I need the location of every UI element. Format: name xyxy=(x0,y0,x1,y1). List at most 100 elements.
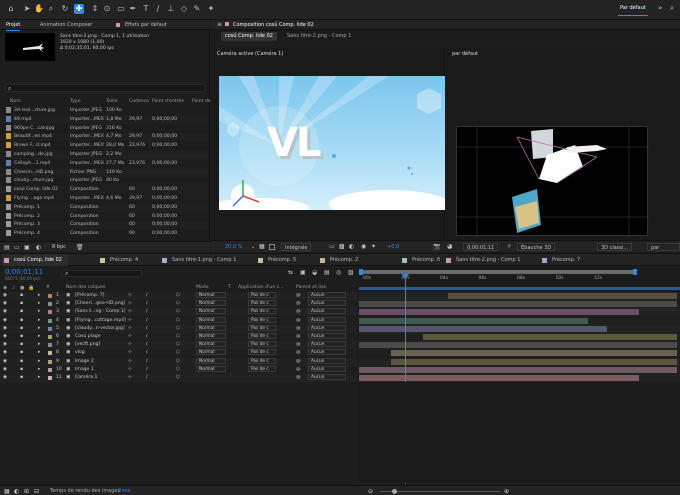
col-in-point[interactable]: Point d'entrée xyxy=(152,98,184,106)
col-rate[interactable]: Cadence xyxy=(129,98,149,106)
shy-switch-icon[interactable]: ⊹ xyxy=(128,308,132,316)
visibility-eye-icon[interactable]: ◉ xyxy=(3,308,7,316)
project-item[interactable]: Précomp. 3 Composition 60 0;00;00;00 xyxy=(0,221,208,230)
col-mode[interactable]: Mode xyxy=(196,284,209,292)
layer-label-color[interactable] xyxy=(48,294,52,298)
pick-whip-icon[interactable]: @ xyxy=(296,341,301,349)
zoom-slider-thumb[interactable] xyxy=(392,489,397,494)
toggle-grid-icon[interactable] xyxy=(269,244,275,250)
composition-header-tab[interactable]: Composition cosú Comp. lide 02 xyxy=(233,21,314,31)
search-help-icon[interactable]: ⌕ xyxy=(670,4,674,13)
tab-sans-titre-2[interactable]: Sans titre-2.png - Comp 1 xyxy=(287,32,351,41)
quality-switch-icon[interactable]: ∕ xyxy=(146,349,148,357)
layer-label-color[interactable] xyxy=(48,335,52,339)
project-item[interactable]: 960px-C...cainjpg Importer JPEG 316 Ko xyxy=(0,124,208,133)
work-area-end-handle[interactable] xyxy=(633,269,637,275)
adjustment-switch-icon[interactable]: ⬡ xyxy=(176,341,180,349)
rectangle-tool-icon[interactable]: ▭ xyxy=(116,4,126,14)
pick-whip-icon[interactable]: @ xyxy=(296,349,301,357)
composition-preview-canvas[interactable]: VL xyxy=(219,76,445,210)
project-search-input[interactable]: ⌕ xyxy=(5,84,205,92)
adjustment-switch-icon[interactable]: ⬡ xyxy=(176,349,180,357)
shy-switch-icon[interactable]: ⊹ xyxy=(128,300,132,308)
project-settings-icon[interactable]: ◐ xyxy=(36,244,41,251)
quality-switch-icon[interactable]: ∕ xyxy=(146,317,148,325)
expand-arrow-icon[interactable]: ▸ xyxy=(38,341,40,349)
adjustment-switch-icon[interactable]: ⬡ xyxy=(176,317,180,325)
project-item[interactable]: 3d-real...cture.jpg Importer JPEG 100 Ko xyxy=(0,107,208,115)
bit-depth-button[interactable]: 8 bpc xyxy=(52,244,66,250)
region-icon[interactable]: ▭ xyxy=(329,241,335,253)
track-matte-dropdown[interactable]: Pas de c xyxy=(248,365,276,372)
comp-mini-flowchart-icon[interactable]: ⇆ xyxy=(288,269,293,276)
transparency-grid-icon[interactable]: ▩ xyxy=(339,241,345,253)
quality-switch-icon[interactable]: ∕ xyxy=(146,366,148,374)
layer-name[interactable]: [Sans t...ng - Comp 1] xyxy=(75,308,125,316)
tab-default-effects[interactable]: Effets par défaut xyxy=(125,21,167,30)
shy-switch-icon[interactable]: ⊹ xyxy=(128,349,132,357)
layer-row[interactable]: ◉ ▪ ▸ 6 ▣ Cosú plage ⊹ ∕ ⬡ Normal Pas de c @ Aucun xyxy=(0,333,357,341)
layer-mode-dropdown[interactable]: Normal xyxy=(196,357,226,364)
work-area-bar[interactable] xyxy=(361,270,636,274)
fast-preview-icon[interactable]: ⚡ xyxy=(507,241,511,253)
zoom-level[interactable]: 20,0 % xyxy=(225,241,242,253)
layer-row[interactable]: ◉ ▪ ▸ 8 ▣ vlog ⊹ ∕ ⬡ Normal Pas de c @ Aucun xyxy=(0,349,357,358)
layer-label-color[interactable] xyxy=(48,343,52,348)
project-item[interactable]: cosú Comp. lide 02 Composition 60 0;00;00;0… xyxy=(0,186,208,195)
parent-dropdown[interactable]: Aucun xyxy=(308,374,346,380)
interpret-footage-icon[interactable]: ▤ xyxy=(4,244,10,251)
layer-label-color[interactable] xyxy=(48,326,52,331)
visibility-eye-icon[interactable]: ◉ xyxy=(3,341,7,349)
viewer-default[interactable]: par défaut xyxy=(446,48,680,242)
visibility-eye-icon[interactable]: ◉ xyxy=(3,325,7,333)
pick-whip-icon[interactable]: @ xyxy=(296,292,301,300)
visibility-eye-icon[interactable]: ◉ xyxy=(3,366,7,374)
layer-row[interactable]: ◉ ▪ ▸ 4 ▣ [Flying...cottage.mp4] ⊹ ∕ ⬡ Normal Pas … xyxy=(0,316,357,325)
layer-mode-dropdown[interactable]: Normal xyxy=(196,333,226,339)
layer-row[interactable]: ◉ ▪ ▸ 11 ▣ Caméra 1 ⊹ ∕ ⬡ @ Aucun xyxy=(0,374,357,382)
exposure-value[interactable]: +0,0 xyxy=(387,241,399,253)
type-tool-icon[interactable]: T xyxy=(141,4,151,14)
project-item[interactable]: Celloph...1.mp4 Importer...MEX 27,7 Mo 23,9… xyxy=(0,159,208,168)
solo-toggle-icon[interactable]: ▪ xyxy=(20,317,23,325)
layer-name[interactable]: [Cheeri...geo-HD.png] xyxy=(75,300,125,308)
project-item[interactable]: Cheerin...HD.png Fichier PNG 149 Ko xyxy=(0,168,208,177)
parent-dropdown[interactable]: Aucun xyxy=(308,365,346,372)
pick-whip-icon[interactable]: @ xyxy=(296,374,301,382)
layer-duration-bar[interactable] xyxy=(390,350,677,357)
project-item[interactable]: Précomp. 4 Composition 60 0;00;00;00 xyxy=(0,230,208,238)
track-matte-dropdown[interactable]: Pas de c xyxy=(248,357,276,364)
menu-icon[interactable]: ≡ xyxy=(217,21,222,28)
visibility-eye-icon[interactable]: ◉ xyxy=(3,374,7,382)
layer-label-color[interactable] xyxy=(48,318,52,323)
pick-whip-icon[interactable]: @ xyxy=(296,333,301,341)
pick-whip-icon[interactable]: @ xyxy=(296,366,301,374)
tab-comp-lide-02[interactable]: cosú Comp. lide 02 xyxy=(221,32,277,41)
layer-mode-dropdown[interactable]: Normal xyxy=(196,349,226,356)
layer-row[interactable]: ◉ ▪ ▸ 10 ▣ Image 1 ⊹ ∕ ⬡ Normal Pas de c @ Aucun xyxy=(0,365,357,374)
in-out-toggle-icon[interactable]: ⊞ xyxy=(24,486,29,495)
expand-arrow-icon[interactable]: ▸ xyxy=(38,358,40,366)
parent-dropdown[interactable]: Aucun xyxy=(308,349,346,356)
layer-duration-bar[interactable] xyxy=(448,293,677,299)
clone-stamp-tool-icon[interactable]: ⊥ xyxy=(166,4,176,14)
solo-toggle-icon[interactable]: ▪ xyxy=(20,374,23,382)
timeline-tab[interactable]: Précomp. 6 xyxy=(400,254,440,266)
brush-tool-icon[interactable]: ∕ xyxy=(153,4,163,14)
pen-tool-icon[interactable]: ✒ xyxy=(128,4,138,14)
zoom-dropdown-icon[interactable]: ⌄ xyxy=(251,241,255,253)
track-matte-dropdown[interactable]: Pas de c xyxy=(248,324,276,331)
parent-dropdown[interactable]: Aucun xyxy=(308,316,346,323)
visibility-eye-icon[interactable]: ◉ xyxy=(3,292,7,300)
timeline-ruler[interactable]: 00s02s04s06s08s10s12s xyxy=(359,268,680,292)
hand-tool-icon[interactable]: ✋ xyxy=(34,4,44,14)
adjustment-switch-icon[interactable]: ⬡ xyxy=(176,374,180,382)
puppet-tool-icon[interactable]: ✦ xyxy=(206,4,216,14)
solo-toggle-icon[interactable]: ▪ xyxy=(20,366,23,374)
layer-name[interactable]: vlog xyxy=(75,349,85,357)
visibility-eye-icon[interactable]: ◉ xyxy=(3,300,7,308)
pick-whip-icon[interactable]: @ xyxy=(296,325,301,333)
frame-blending-icon[interactable]: ▤ xyxy=(324,269,330,276)
expand-arrow-icon[interactable]: ▸ xyxy=(38,317,40,325)
layer-row[interactable]: ◉ ▪ ▸ 3 ▣ [Sans t...ng - Comp 1] ⊹ ∕ ⬡ Normal Pas … xyxy=(0,308,357,317)
